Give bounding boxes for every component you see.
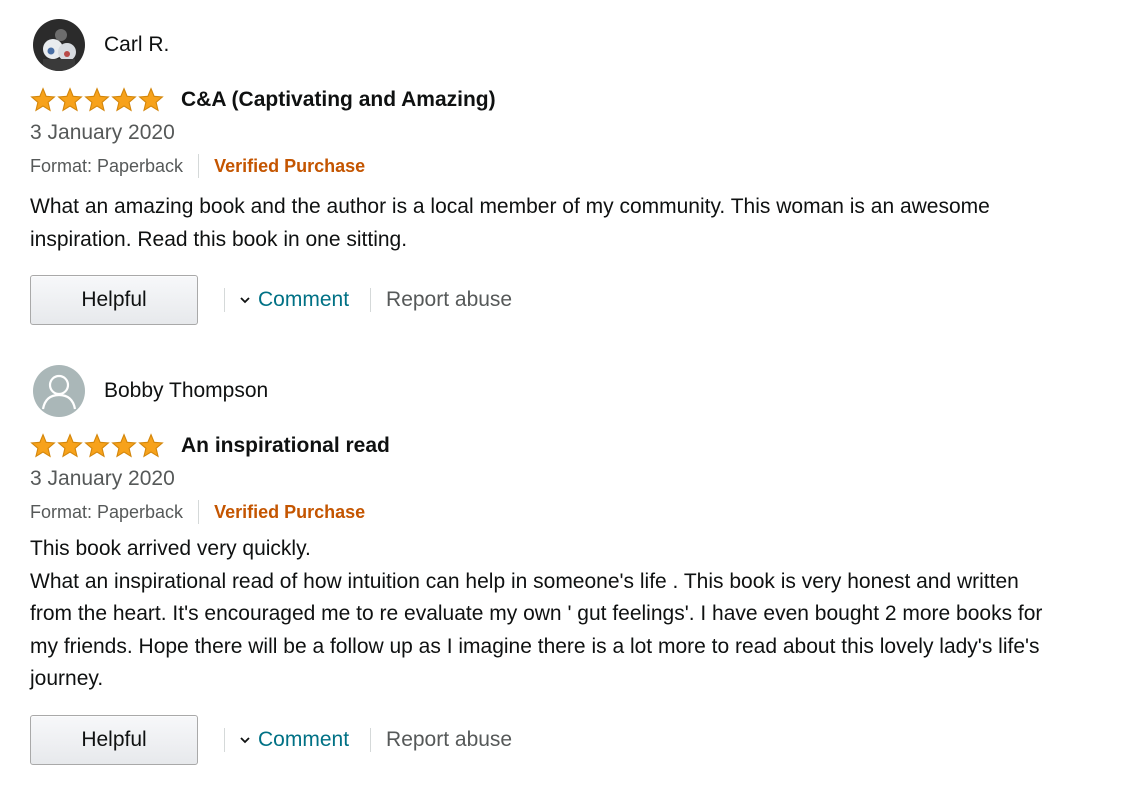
comment-label: Comment	[258, 288, 350, 311]
review-meta: Format: Paperback Verified Purchase	[30, 153, 1130, 179]
helpful-button[interactable]: Helpful	[30, 275, 198, 325]
star-icon	[84, 87, 110, 112]
divider	[198, 154, 200, 178]
comment-label: Comment	[258, 727, 350, 751]
divider	[198, 500, 200, 524]
verified-purchase-badge: Verified Purchase	[214, 501, 366, 522]
helpful-button[interactable]: Helpful	[30, 714, 198, 765]
comment-link[interactable]: Comment	[239, 728, 349, 752]
divider	[370, 288, 372, 312]
review-date: 3 January 2020	[30, 467, 175, 490]
divider	[370, 727, 372, 752]
review: Carl R. C&A (Captivating and Amazing) 3 …	[30, 18, 1130, 326]
report-abuse-link[interactable]: Report abuse	[386, 288, 512, 312]
avatar[interactable]	[33, 19, 85, 71]
review-actions: Helpful Comment Report abuse	[30, 714, 1130, 766]
star-rating[interactable]	[30, 433, 164, 459]
format-label[interactable]: Format: Paperback	[30, 156, 183, 177]
star-icon	[111, 433, 137, 458]
review-body: This book arrived very quickly. What an …	[30, 537, 1043, 690]
avatar[interactable]	[33, 365, 85, 417]
star-icon	[30, 433, 56, 458]
review: Bobby Thompson An inspirational read 3 J…	[30, 364, 1130, 766]
review-meta: Format: Paperback Verified Purchase	[30, 499, 1130, 525]
star-icon	[138, 433, 164, 458]
chevron-down-icon	[240, 297, 250, 304]
star-icon	[57, 87, 83, 112]
comment-link[interactable]: Comment	[239, 288, 349, 312]
review-title-row: C&A (Captivating and Amazing)	[30, 86, 1130, 114]
review-title[interactable]: C&A (Captivating and Amazing)	[181, 88, 496, 112]
divider	[224, 727, 225, 752]
report-abuse-link[interactable]: Report abuse	[386, 728, 512, 752]
star-icon	[138, 87, 164, 112]
reviewer-name[interactable]: Bobby Thompson	[104, 379, 268, 403]
format-label[interactable]: Format: Paperback	[30, 502, 183, 523]
default-avatar-icon	[33, 365, 85, 417]
review-body: What an amazing book and the author is a…	[30, 195, 990, 251]
reviewer-profile[interactable]: Bobby Thompson	[30, 364, 1130, 418]
star-icon	[111, 87, 137, 112]
chevron-down-icon	[240, 736, 250, 743]
star-icon	[30, 87, 56, 112]
reviewer-name[interactable]: Carl R.	[104, 33, 169, 57]
review-actions: Helpful Comment Report abuse	[30, 274, 1130, 326]
avatar-photo	[33, 19, 85, 71]
review-title-row: An inspirational read	[30, 432, 1130, 460]
reviewer-profile[interactable]: Carl R.	[30, 18, 1130, 72]
review-title[interactable]: An inspirational read	[181, 434, 390, 458]
star-icon	[57, 433, 83, 458]
verified-purchase-badge: Verified Purchase	[214, 155, 366, 176]
star-icon	[84, 433, 110, 458]
star-rating[interactable]	[30, 87, 164, 113]
divider	[224, 288, 225, 312]
review-date: 3 January 2020	[30, 121, 175, 144]
